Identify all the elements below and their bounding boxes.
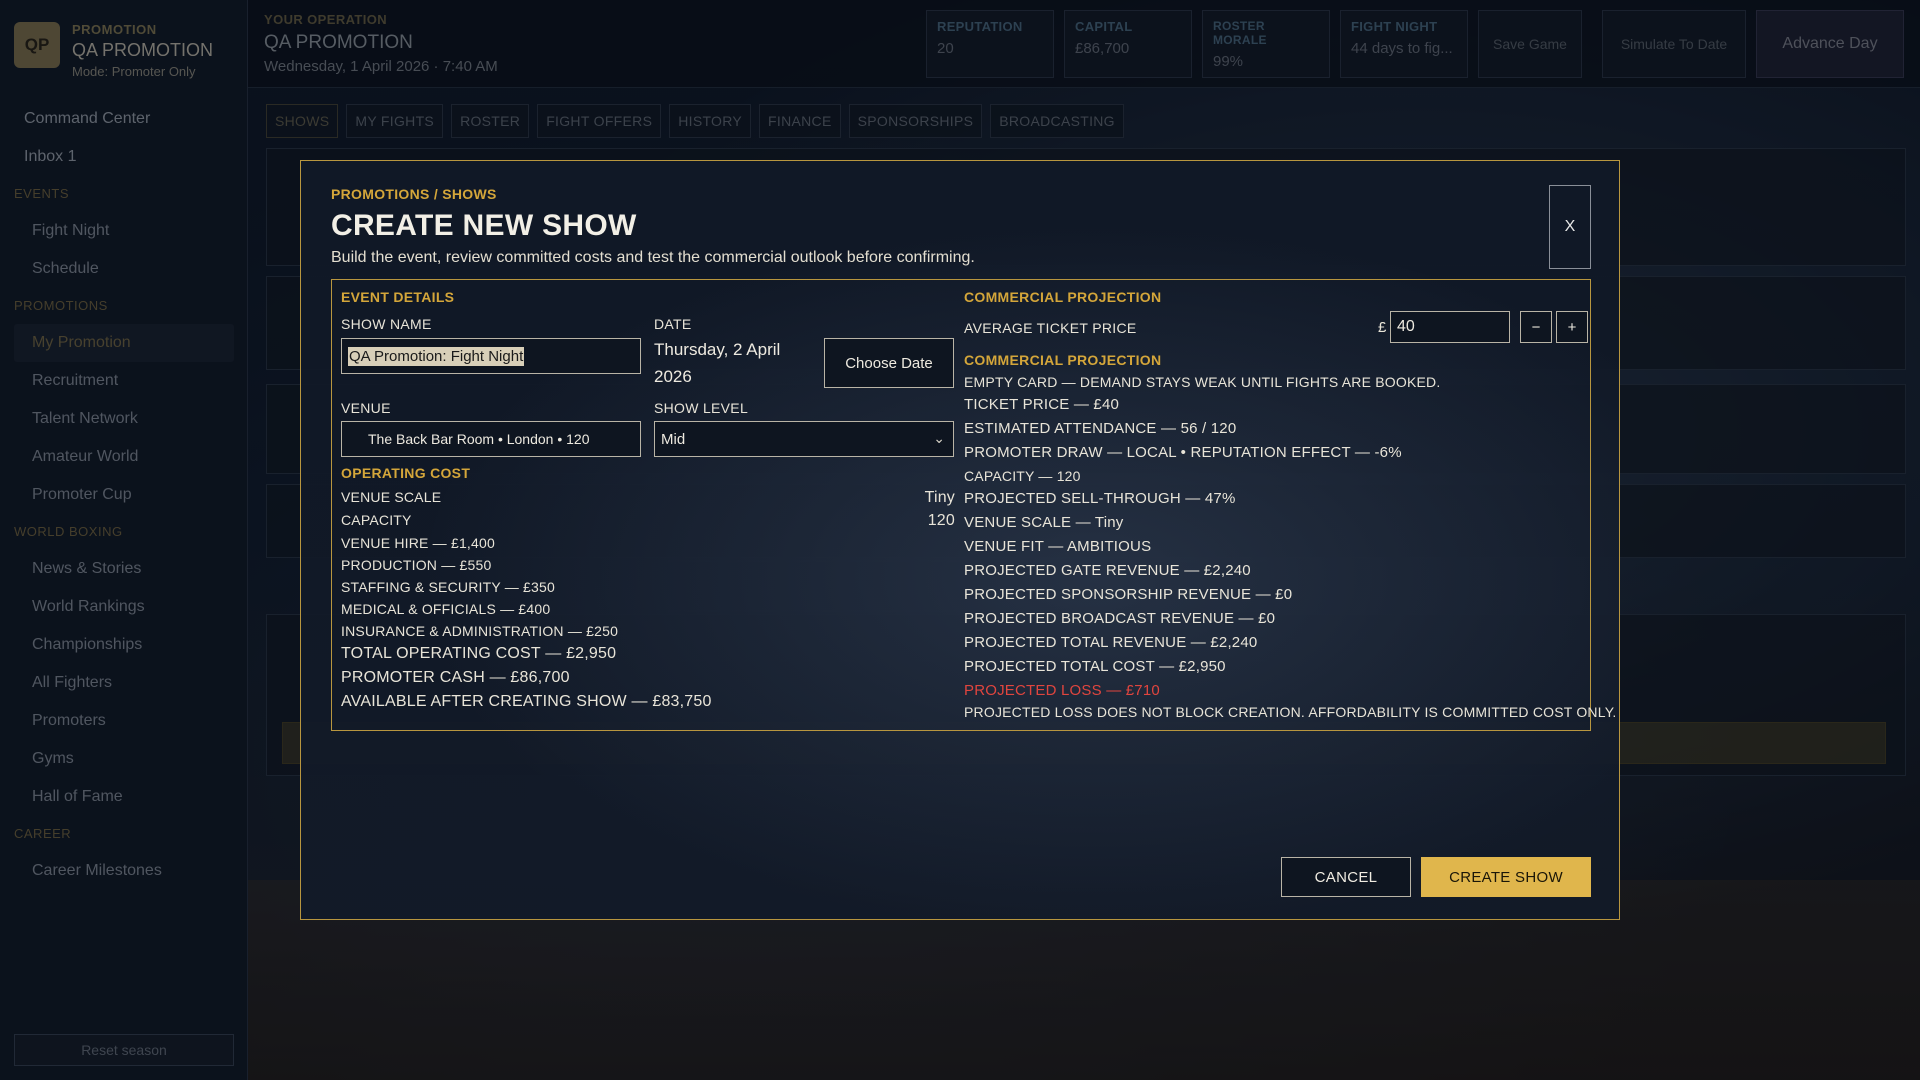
venue-scale-label: VENUE SCALE: [341, 489, 442, 505]
decrease-price-button[interactable]: −: [1520, 311, 1552, 343]
projection-gate-revenue: PROJECTED GATE REVENUE — £2,240: [964, 562, 1251, 579]
ticket-price-value: 40: [1397, 318, 1415, 335]
show-level-value: Mid: [661, 430, 686, 448]
projection-note: EMPTY CARD — DEMAND STAYS WEAK UNTIL FIG…: [964, 374, 1441, 390]
capacity-row: CAPACITY 120: [341, 512, 955, 529]
projection-loss: PROJECTED LOSS — £710: [964, 682, 1160, 699]
commercial-projection-heading: COMMERCIAL PROJECTION: [964, 289, 1162, 305]
show-name-value: QA Promotion: Fight Night: [348, 346, 525, 366]
chevron-down-icon: ⌄: [933, 430, 945, 446]
venue-value: The Back Bar Room • London • 120: [368, 431, 590, 447]
ticket-price-input[interactable]: 40: [1390, 311, 1510, 343]
show-level-label: SHOW LEVEL: [654, 400, 749, 416]
date-label: DATE: [654, 316, 692, 332]
increase-price-button[interactable]: +: [1556, 311, 1588, 343]
cost-line: INSURANCE & ADMINISTRATION — £250: [341, 623, 619, 639]
create-show-button[interactable]: CREATE SHOW: [1421, 857, 1591, 897]
projection-draw: PROMOTER DRAW — LOCAL • REPUTATION EFFEC…: [964, 444, 1402, 461]
projection-capacity: CAPACITY — 120: [964, 468, 1081, 484]
show-form-panel: EVENT DETAILS SHOW NAME QA Promotion: Fi…: [331, 279, 1616, 731]
projection-sell-through: PROJECTED SELL-THROUGH — 47%: [964, 490, 1236, 507]
currency-symbol: £: [1378, 319, 1387, 336]
projection-footnote: PROJECTED LOSS DOES NOT BLOCK CREATION. …: [964, 704, 1617, 720]
projection-total-revenue: PROJECTED TOTAL REVENUE — £2,240: [964, 634, 1258, 651]
projection-sponsorship-revenue: PROJECTED SPONSORSHIP REVENUE — £0: [964, 586, 1293, 603]
modal-subtitle: Build the event, review committed costs …: [331, 249, 975, 266]
modal-title: CREATE NEW SHOW: [331, 209, 637, 242]
date-value: Thursday, 2 April 2026: [654, 340, 781, 386]
close-button[interactable]: X: [1549, 185, 1591, 269]
show-name-label: SHOW NAME: [341, 316, 432, 332]
create-show-modal: PROMOTIONS / SHOWS CREATE NEW SHOW Build…: [300, 160, 1620, 920]
total-operating-cost: TOTAL OPERATING COST — £2,950: [341, 645, 617, 662]
show-level-select[interactable]: Mid ⌄: [654, 421, 954, 457]
cost-line: PRODUCTION — £550: [341, 557, 492, 573]
available-after: AVAILABLE AFTER CREATING SHOW — £83,750: [341, 693, 712, 710]
venue-scale-value: Tiny: [924, 489, 955, 506]
projection-total-cost: PROJECTED TOTAL COST — £2,950: [964, 658, 1226, 675]
projection-attendance: ESTIMATED ATTENDANCE — 56 / 120: [964, 420, 1237, 437]
venue-label: VENUE: [341, 400, 391, 416]
projection-venue-scale: VENUE SCALE — Tiny: [964, 514, 1124, 531]
promoter-cash: PROMOTER CASH — £86,700: [341, 669, 570, 686]
capacity-label: CAPACITY: [341, 512, 412, 528]
projection-venue-fit: VENUE FIT — AMBITIOUS: [964, 538, 1152, 555]
show-name-input[interactable]: QA Promotion: Fight Night: [341, 338, 641, 374]
breadcrumb: PROMOTIONS / SHOWS: [331, 186, 497, 202]
projection-broadcast-revenue: PROJECTED BROADCAST REVENUE — £0: [964, 610, 1276, 627]
cost-line: MEDICAL & OFFICIALS — £400: [341, 601, 551, 617]
ticket-price-label: AVERAGE TICKET PRICE: [964, 320, 1137, 336]
venue-select[interactable]: The Back Bar Room • London • 120: [341, 421, 641, 457]
cost-line: STAFFING & SECURITY — £350: [341, 579, 555, 595]
event-details-heading: EVENT DETAILS: [341, 289, 455, 305]
projection-ticket-price: TICKET PRICE — £40: [964, 396, 1120, 413]
venue-scale-row: VENUE SCALE Tiny: [341, 489, 955, 506]
capacity-value: 120: [927, 512, 955, 529]
operating-cost-heading: OPERATING COST: [341, 465, 471, 481]
choose-date-button[interactable]: Choose Date: [824, 338, 954, 388]
commercial-projection-subheading: COMMERCIAL PROJECTION: [964, 352, 1162, 368]
cost-line: VENUE HIRE — £1,400: [341, 535, 495, 551]
cancel-button[interactable]: CANCEL: [1281, 857, 1411, 897]
